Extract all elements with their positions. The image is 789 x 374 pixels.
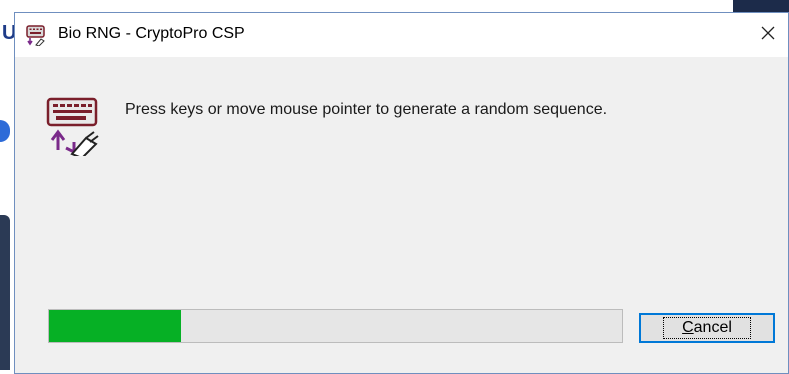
instruction-message: Press keys or move mouse pointer to gene…: [125, 101, 608, 118]
close-icon: [761, 26, 775, 45]
keyboard-mouse-icon: [44, 96, 108, 160]
background-window-edge: [733, 0, 789, 12]
progress-fill: [49, 310, 181, 342]
cancel-button[interactable]: Cancel: [639, 313, 775, 343]
window-title: Bio RNG - CryptoPro CSP: [58, 25, 245, 42]
entropy-progress-bar: [48, 309, 623, 343]
close-button[interactable]: [748, 13, 788, 57]
cancel-button-label: Cancel: [663, 317, 751, 339]
background-panel: [0, 215, 10, 370]
bio-rng-dialog: Bio RNG - CryptoPro CSP Press keys or mo…: [14, 12, 789, 374]
keyboard-mouse-icon: [25, 24, 47, 47]
title-bar[interactable]: Bio RNG - CryptoPro CSP: [15, 13, 788, 57]
